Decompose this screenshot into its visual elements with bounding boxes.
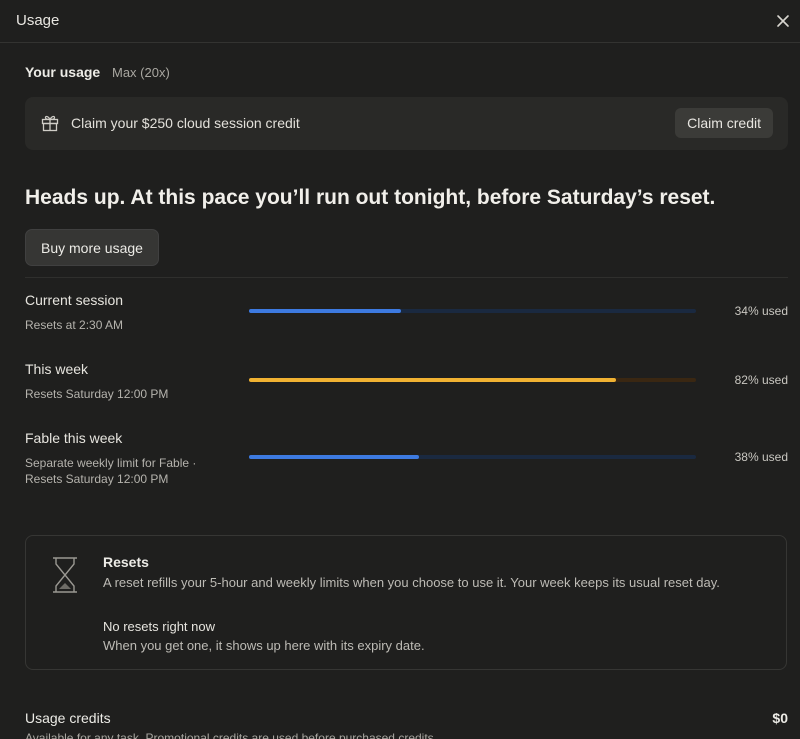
no-resets-title: No resets right now <box>103 619 215 634</box>
close-button[interactable] <box>772 10 794 32</box>
meter-value-current-session: 34% used <box>734 304 788 318</box>
resets-card: Resets A reset refills your 5-hour and w… <box>25 535 787 670</box>
meter-value-this-week: 82% used <box>734 373 788 387</box>
meter-sublabel-this-week: Resets Saturday 12:00 PM <box>25 387 169 401</box>
hourglass-icon <box>53 557 77 593</box>
progress-fill-current-session <box>249 309 401 313</box>
meter-sublabel-fable-line1: Separate weekly limit for Fable · <box>25 456 197 470</box>
plan-badge: Max (20x) <box>112 65 170 80</box>
close-icon <box>777 15 789 27</box>
dialog-title: Usage <box>16 12 60 29</box>
progress-fill-fable-this-week <box>249 455 419 459</box>
meter-value-fable-this-week: 38% used <box>734 450 788 464</box>
usage-dialog: Usage Your usage Max (20x) Claim your $2… <box>0 0 800 739</box>
progress-bar-fable-this-week <box>249 455 696 459</box>
usage-credits-title: Usage credits <box>25 710 111 726</box>
meter-label-fable-this-week: Fable this week <box>25 430 123 446</box>
progress-bar-this-week <box>249 378 696 382</box>
your-usage-heading: Your usage <box>25 64 101 80</box>
progress-bar-current-session <box>249 309 696 313</box>
gift-icon <box>41 115 59 132</box>
claim-credit-banner: Claim your $250 cloud session credit Cla… <box>25 97 788 150</box>
no-resets-description: When you get one, it shows up here with … <box>103 638 425 653</box>
usage-warning-headline: Heads up. At this pace you’ll run out to… <box>25 186 716 209</box>
claim-credit-button[interactable]: Claim credit <box>675 108 773 138</box>
title-bar: Usage <box>0 0 800 43</box>
usage-credits-amount: $0 <box>772 710 788 726</box>
usage-credits-description: Available for any task. Promotional cred… <box>25 731 437 739</box>
meter-label-current-session: Current session <box>25 292 124 308</box>
resets-title: Resets <box>103 554 149 570</box>
resets-description: A reset refills your 5-hour and weekly l… <box>103 575 720 590</box>
meter-sublabel-current-session: Resets at 2:30 AM <box>25 318 124 332</box>
claim-credit-text: Claim your $250 cloud session credit <box>71 115 300 131</box>
meter-label-this-week: This week <box>25 361 89 377</box>
progress-fill-this-week <box>249 378 616 382</box>
divider <box>25 277 788 278</box>
buy-more-usage-button[interactable]: Buy more usage <box>25 229 159 266</box>
meter-sublabel-fable-line2: Resets Saturday 12:00 PM <box>25 472 169 486</box>
